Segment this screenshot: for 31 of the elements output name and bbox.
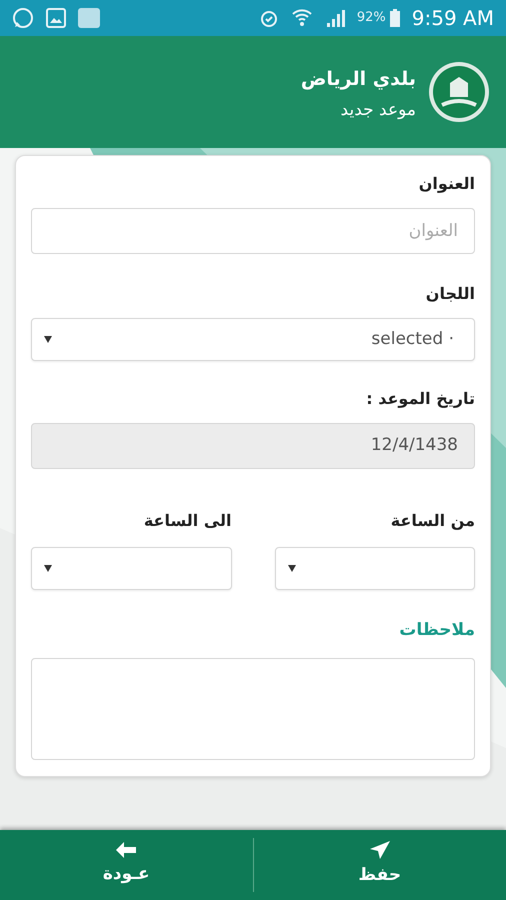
time-to-select[interactable] <box>31 547 232 590</box>
app-icon <box>78 8 100 28</box>
wifi-icon <box>290 7 313 29</box>
screen-subtitle: موعد جديد <box>340 98 416 122</box>
arrow-left-icon <box>116 842 136 858</box>
battery-icon <box>390 9 400 27</box>
field-label: اللجان <box>424 283 475 305</box>
date-value: 12/4/1438 <box>370 434 458 458</box>
field-label: تاريخ الموعد : <box>365 388 475 410</box>
field-label: العنوان <box>418 173 475 195</box>
back-button[interactable]: عـودة <box>0 830 252 900</box>
dropdown-caret-icon <box>44 336 52 343</box>
app-title: بلدي الرياض <box>300 67 416 92</box>
signal-icon <box>324 9 345 27</box>
logo-icon <box>428 61 490 123</box>
dropdown-caret-icon <box>44 565 52 572</box>
field-label: من الساعة <box>390 510 475 532</box>
select-value: selected · <box>371 328 454 351</box>
save-button[interactable]: حفظ <box>254 830 506 900</box>
title-input[interactable]: العنوان <box>31 208 475 254</box>
dropdown-caret-icon <box>288 565 296 572</box>
time-from-select[interactable] <box>274 547 475 590</box>
chat-app-icon <box>12 7 34 29</box>
notes-label: ملاحظات <box>398 619 475 642</box>
send-icon <box>370 841 390 860</box>
clock: 9:59 AM <box>412 5 494 32</box>
committees-select[interactable]: selected · <box>31 318 475 361</box>
field-label: الى الساعة <box>142 510 232 532</box>
notes-textarea[interactable] <box>31 658 475 760</box>
battery-percent: 92% <box>356 9 386 28</box>
gallery-icon <box>46 8 66 28</box>
